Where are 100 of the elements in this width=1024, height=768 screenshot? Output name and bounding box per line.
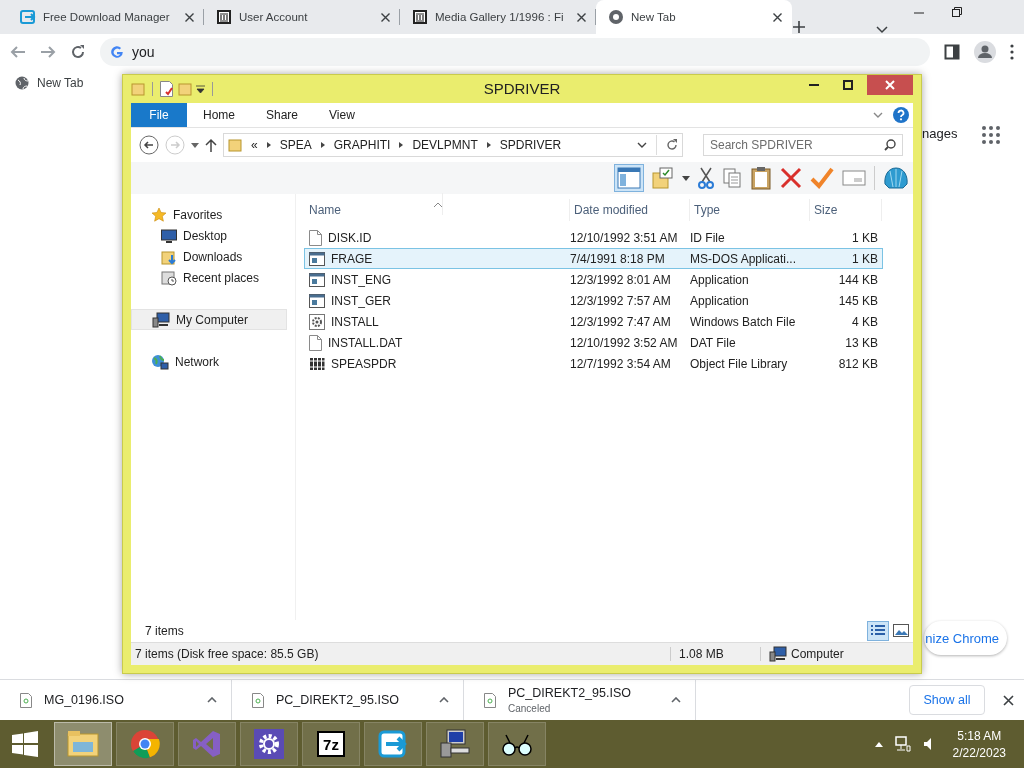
file-name: INST_ENG bbox=[331, 272, 391, 287]
file-name: INST_GER bbox=[331, 293, 391, 308]
up-arrow-icon bbox=[205, 138, 217, 152]
preview-pane-button[interactable] bbox=[614, 164, 644, 192]
address-bar[interactable]: you bbox=[100, 38, 930, 66]
column-header[interactable]: Type bbox=[690, 199, 810, 221]
file-name: FRAGE bbox=[331, 251, 373, 266]
breadcrumb-item[interactable]: SPEA bbox=[279, 138, 312, 152]
ribbon-tab[interactable]: Share bbox=[250, 103, 314, 127]
breadcrumb-item[interactable]: GRAPHITI bbox=[333, 138, 391, 152]
back-icon bbox=[139, 135, 159, 155]
taskbar-app[interactable] bbox=[240, 722, 298, 766]
details-view-button[interactable] bbox=[867, 621, 889, 641]
reload-icon bbox=[70, 44, 86, 60]
file-type: Windows Batch File bbox=[690, 314, 797, 329]
caret-up-icon bbox=[671, 697, 681, 703]
folder-icon bbox=[178, 82, 192, 96]
file-type: Application bbox=[690, 293, 750, 308]
back-icon bbox=[10, 44, 26, 60]
nav-item[interactable]: Downloads bbox=[131, 246, 287, 267]
browser-tab[interactable]: New Tab bbox=[596, 0, 792, 34]
file-row[interactable]: INSTALL 12/3/1992 7:47 AM Windows Batch File 4 KB bbox=[304, 311, 883, 332]
file-date: 12/10/1992 3:51 AM bbox=[570, 230, 679, 245]
search-field[interactable]: Search SPDRIVER bbox=[703, 134, 903, 156]
chrome-icon bbox=[130, 729, 160, 759]
column-header[interactable]: Date modified bbox=[570, 199, 690, 221]
application-icon bbox=[309, 251, 325, 266]
file-size: 144 KB bbox=[837, 272, 879, 287]
search-icon bbox=[884, 139, 896, 151]
nav-item[interactable]: Desktop bbox=[131, 225, 287, 246]
close-icon bbox=[885, 80, 895, 90]
overflow-breadcrumb[interactable]: « bbox=[251, 138, 258, 152]
close-tab-icon bbox=[577, 12, 586, 22]
downloads-folder-icon bbox=[161, 248, 177, 265]
application-icon bbox=[309, 272, 325, 287]
computer-icon bbox=[769, 646, 787, 662]
breadcrumb-item[interactable]: SPDRIVER bbox=[499, 138, 562, 152]
thumbnails-view-button[interactable] bbox=[893, 624, 909, 638]
download-name: PC_DIREKT2_95.ISO bbox=[276, 693, 400, 707]
file-size: 145 KB bbox=[837, 293, 879, 308]
file-row[interactable]: DISK.ID 12/10/1992 3:51 AM ID File 1 KB bbox=[304, 227, 883, 248]
ribbon-tab[interactable]: Home bbox=[187, 103, 250, 127]
browser-tab[interactable]: Media Gallery 1/1996 : Fi bbox=[400, 0, 596, 34]
network-icon bbox=[894, 736, 911, 752]
chevron-down-icon bbox=[876, 26, 888, 34]
status-size: 1.08 MB bbox=[671, 647, 761, 661]
browser-tab[interactable]: Free Download Manager bbox=[8, 0, 204, 34]
recent-places-icon bbox=[161, 269, 177, 286]
file-row[interactable]: FRAGE 7/4/1991 8:18 PM MS-DOS Applicati... 1 KB bbox=[304, 248, 883, 269]
computer-icon bbox=[439, 729, 471, 759]
clock-time: 5:18 AM bbox=[957, 728, 1002, 743]
scissors-icon bbox=[698, 167, 714, 189]
close-icon bbox=[1003, 694, 1014, 706]
nav-item[interactable]: Recent places bbox=[131, 267, 287, 288]
address-bar[interactable]: « SPEA GRAPHITI DEVLPMNT SPDRIVER bbox=[223, 133, 683, 157]
file-size: 4 KB bbox=[851, 314, 879, 329]
close-tab-icon bbox=[381, 12, 390, 22]
bookmark[interactable]: New Tab bbox=[15, 76, 84, 90]
file-row[interactable]: INST_ENG 12/3/1992 8:01 AM Application 144 KB bbox=[304, 269, 883, 290]
gear-file-icon bbox=[309, 313, 325, 330]
download-name: PC_DIREKT2_95.ISO bbox=[508, 686, 632, 700]
file-name: DISK.ID bbox=[328, 230, 372, 245]
new-tab-icon bbox=[792, 20, 806, 34]
close-tab-icon bbox=[185, 12, 194, 22]
close-button[interactable] bbox=[867, 75, 913, 95]
status-location: Computer bbox=[791, 647, 844, 661]
caret-up-icon bbox=[439, 697, 449, 703]
caret-up-icon bbox=[207, 697, 217, 703]
arrow-box-icon bbox=[378, 729, 408, 759]
computer-icon bbox=[152, 311, 170, 328]
folder-icon bbox=[67, 730, 99, 758]
column-header[interactable]: Name bbox=[305, 199, 570, 221]
file-row[interactable]: INSTALL.DAT 12/10/1992 3:52 AM DAT File 13 KB bbox=[304, 332, 883, 353]
shell-icon bbox=[883, 166, 909, 190]
application-icon bbox=[309, 293, 325, 308]
breadcrumb-item[interactable]: DEVLPMNT bbox=[412, 138, 478, 152]
images-link[interactable]: nages bbox=[922, 126, 958, 141]
file-menu-button[interactable]: File bbox=[131, 103, 187, 127]
taskbar-app[interactable]: 7z bbox=[302, 722, 360, 766]
envelope-icon bbox=[842, 170, 866, 186]
chevron-down-icon bbox=[873, 112, 883, 118]
nav-item[interactable]: Favorites bbox=[131, 204, 287, 225]
window-title: SPDRIVER bbox=[483, 80, 561, 97]
browser-tab[interactable]: User Account bbox=[204, 0, 400, 34]
visual-studio-icon bbox=[192, 729, 222, 759]
properties-icon bbox=[160, 81, 174, 97]
blank-file-icon bbox=[309, 334, 322, 351]
file-row[interactable]: INST_GER 12/3/1992 7:57 AM Application 145 KB bbox=[304, 290, 883, 311]
arrow-box-icon bbox=[20, 9, 36, 25]
column-header[interactable]: Size bbox=[810, 199, 882, 221]
show-all-button[interactable]: Show all bbox=[909, 685, 985, 715]
chevron-down-icon bbox=[637, 142, 647, 148]
more-icon bbox=[1010, 44, 1014, 60]
nav-item[interactable]: Network bbox=[131, 351, 287, 372]
nav-item[interactable]: My Computer bbox=[131, 309, 287, 330]
customize-chrome-button[interactable]: nize Chrome bbox=[924, 621, 1007, 655]
taskbar-app[interactable] bbox=[488, 722, 546, 766]
dropdown-icon bbox=[196, 85, 205, 93]
file-row[interactable]: SPEASPDR 12/7/1992 3:54 AM Object File Library 812 KB bbox=[304, 353, 883, 374]
ribbon-tab[interactable]: View bbox=[313, 103, 370, 127]
